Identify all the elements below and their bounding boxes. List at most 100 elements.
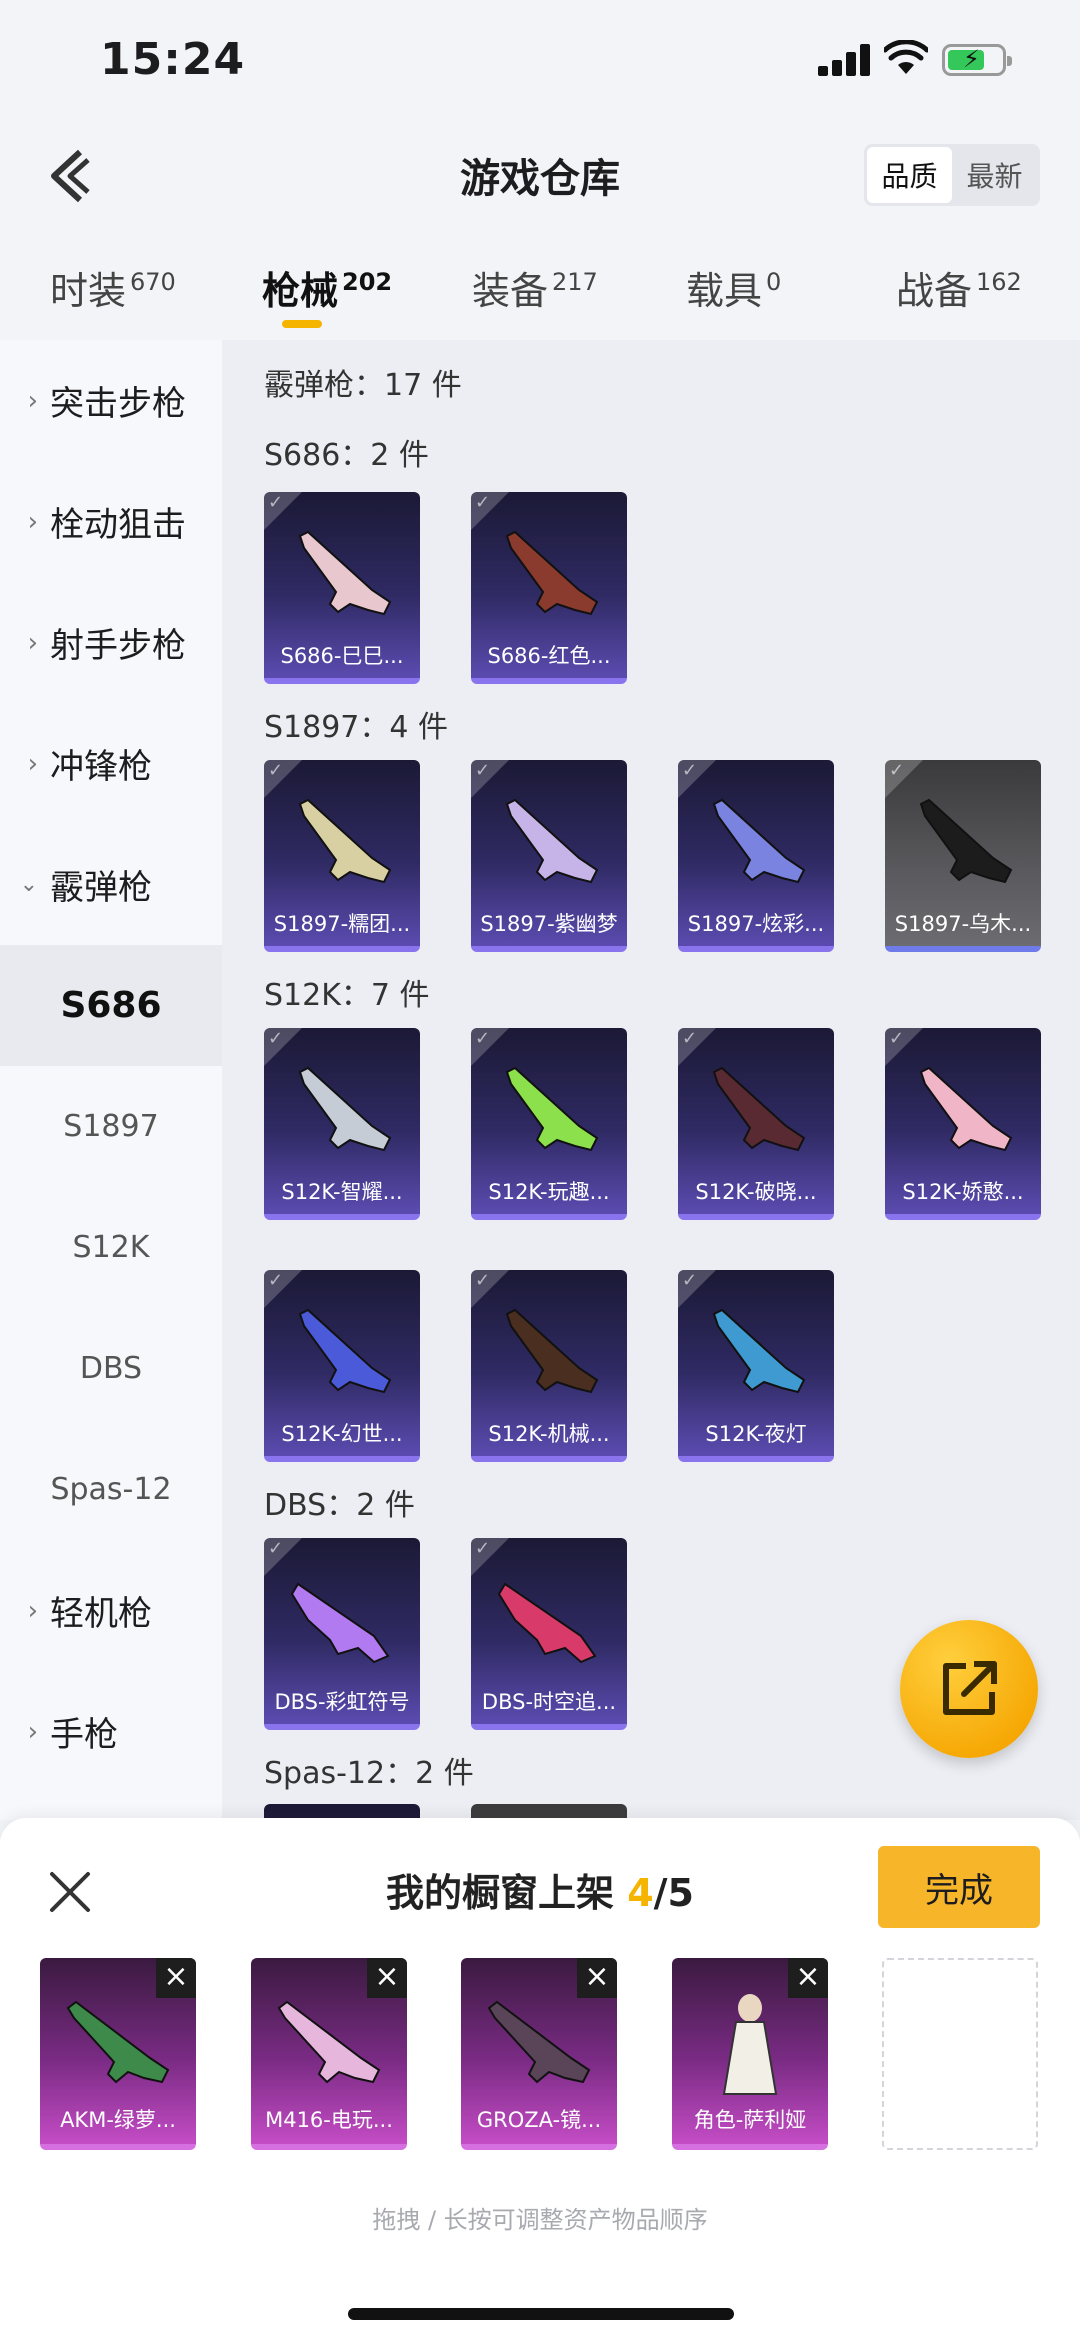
sidebar-sub-s686[interactable]: S686	[0, 945, 222, 1066]
chevron-right-icon: ›	[27, 1716, 38, 1747]
sort-toggle: 品质 最新	[864, 144, 1040, 206]
item-card[interactable]: ✓ DBS-彩虹符号	[264, 1538, 420, 1730]
sidebar-item-assault-rifle[interactable]: › 突击步枪	[0, 340, 222, 461]
weapon-icon	[487, 2000, 591, 2084]
check-icon: ✓	[682, 1270, 698, 1291]
item-card[interactable]: ✓ S686-红色...	[471, 492, 627, 684]
item-card[interactable]: ✓ S1897-乌木...	[885, 760, 1041, 952]
weapon-icon	[712, 798, 806, 884]
tab-firearms[interactable]: 枪械 202	[262, 260, 392, 315]
check-icon: ✓	[475, 1028, 491, 1049]
sidebar-item-marksman-rifle[interactable]: › 射手步枪	[0, 582, 222, 703]
item-name: S1897-乌木...	[894, 912, 1032, 936]
external-link-icon	[943, 1661, 997, 1715]
item-name: S12K-玩趣...	[488, 1180, 610, 1204]
sidebar-sub-s12k[interactable]: S12K	[0, 1187, 222, 1308]
slot-name: 角色-萨利娅	[693, 2108, 807, 2132]
item-name: DBS-时空追...	[481, 1690, 617, 1714]
check-icon: ✓	[889, 1028, 905, 1049]
wifi-icon	[884, 40, 928, 74]
item-card[interactable]: ✓ S12K-幻世...	[264, 1270, 420, 1462]
chevron-right-icon: ›	[27, 748, 38, 779]
remove-icon[interactable]: ×	[788, 1958, 828, 1998]
sidebar-item-label: 射手步枪	[50, 626, 186, 666]
item-card[interactable]: ✓ S12K-玩趣...	[471, 1028, 627, 1220]
item-name: S1897-糯团...	[273, 912, 411, 936]
remove-icon[interactable]: ×	[156, 1958, 196, 1998]
weapon-icon	[505, 1066, 599, 1152]
tab-count: 217	[552, 268, 598, 296]
slot-name: GROZA-镜...	[476, 2108, 602, 2132]
item-name: S12K-破晓...	[695, 1180, 817, 1204]
sort-quality-button[interactable]: 品质	[867, 147, 952, 203]
done-button[interactable]: 完成	[878, 1846, 1040, 1928]
tab-fashion[interactable]: 时装 670	[50, 260, 176, 315]
check-icon: ✓	[889, 760, 905, 781]
group-header: DBS：2 件	[264, 1488, 415, 1523]
weapon-icon	[290, 1582, 390, 1664]
sheet-title-text: 我的橱窗上架	[385, 1871, 628, 1915]
tab-count: 0	[766, 268, 782, 296]
tab-label: 载具	[686, 269, 763, 313]
item-card[interactable]: ✓ S12K-破晓...	[678, 1028, 834, 1220]
item-card[interactable]: ✓ S1897-糯团...	[264, 760, 420, 952]
reorder-hint: 拖拽 / 长按可调整资产物品顺序	[372, 2206, 708, 2234]
item-name: S1897-炫彩...	[687, 912, 825, 936]
sidebar-item-pistol[interactable]: › 手枪	[0, 1671, 222, 1792]
group-header: S1897：4 件	[264, 710, 449, 745]
check-icon: ✓	[475, 1538, 491, 1559]
empty-showcase-slot[interactable]	[882, 1958, 1038, 2150]
item-card[interactable]: ✓ S1897-紫幽梦	[471, 760, 627, 952]
check-icon: ✓	[475, 760, 491, 781]
item-name: DBS-彩虹符号	[274, 1690, 410, 1714]
chevron-right-icon: ›	[27, 1595, 38, 1626]
showcase-total: /5	[653, 1871, 694, 1915]
weapon-icon	[298, 530, 392, 616]
item-card[interactable]: ✓ S12K-机械...	[471, 1270, 627, 1462]
category-tabs: 时装 670 枪械 202 装备 217 载具 0 战备 162	[0, 240, 1080, 340]
showcase-sheet: 我的橱窗上架 4/5 完成 × AKM-绿萝... × M416-电玩... × GROZ…	[0, 1818, 1080, 2337]
check-icon: ✓	[682, 760, 698, 781]
item-card[interactable]: ✓ DBS-时空追...	[471, 1538, 627, 1730]
tab-label: 战备	[896, 269, 973, 313]
sidebar: › 突击步枪 › 栓动狙击 › 射手步枪 › 冲锋枪 ⌄ 霰弹枪 S686 S1897 S…	[0, 340, 222, 1820]
showcase-slot[interactable]: × GROZA-镜...	[461, 1958, 617, 2150]
item-card[interactable]: ✓ S12K-娇憨...	[885, 1028, 1041, 1220]
sort-newest-button[interactable]: 最新	[952, 147, 1037, 203]
item-card[interactable]: ✓ S12K-夜灯	[678, 1270, 834, 1462]
chevron-right-icon: ›	[27, 506, 38, 537]
item-card[interactable]: ✓ S12K-智耀...	[264, 1028, 420, 1220]
battery-icon: ⚡	[942, 44, 1012, 76]
tab-supplies[interactable]: 战备 162	[896, 260, 1022, 315]
item-card[interactable]: ✓ S1897-炫彩...	[678, 760, 834, 952]
item-name: S12K-幻世...	[281, 1422, 403, 1446]
sidebar-item-shotgun[interactable]: ⌄ 霰弹枪	[0, 824, 222, 945]
remove-icon[interactable]: ×	[577, 1958, 617, 1998]
check-icon: ✓	[682, 1028, 698, 1049]
group-header: S686：2 件	[264, 438, 429, 473]
remove-icon[interactable]: ×	[367, 1958, 407, 1998]
slot-name: AKM-绿萝...	[60, 2108, 176, 2132]
showcase-count: 4	[627, 1871, 654, 1915]
chevron-right-icon: ›	[27, 627, 38, 658]
sidebar-sub-dbs[interactable]: DBS	[0, 1308, 222, 1429]
sidebar-item-lmg[interactable]: › 轻机枪	[0, 1550, 222, 1671]
chevron-right-icon: ›	[27, 385, 38, 416]
tab-equipment[interactable]: 装备 217	[472, 260, 598, 315]
item-card[interactable]: ✓ S686-巳巳...	[264, 492, 420, 684]
share-button[interactable]	[900, 1620, 1038, 1758]
showcase-slot[interactable]: × 角色-萨利娅	[672, 1958, 828, 2150]
sidebar-item-smg[interactable]: › 冲锋枪	[0, 703, 222, 824]
weapon-icon	[66, 2000, 170, 2084]
chevron-down-icon: ⌄	[19, 872, 38, 897]
sidebar-sub-spas12[interactable]: Spas-12	[0, 1429, 222, 1550]
status-time: 15:24	[100, 34, 246, 85]
showcase-slot[interactable]: × M416-电玩...	[251, 1958, 407, 2150]
weapon-icon	[919, 1066, 1013, 1152]
showcase-slot[interactable]: × AKM-绿萝...	[40, 1958, 196, 2150]
tab-vehicles[interactable]: 载具 0	[686, 260, 781, 315]
item-name: S686-巳巳...	[280, 644, 404, 668]
sidebar-sub-s1897[interactable]: S1897	[0, 1066, 222, 1187]
item-grid-area[interactable]: 霰弹枪：17 件 S686：2 件 S1897：4 件 S12K：7 件 DBS…	[222, 340, 1080, 1820]
sidebar-item-bolt-sniper[interactable]: › 栓动狙击	[0, 461, 222, 582]
